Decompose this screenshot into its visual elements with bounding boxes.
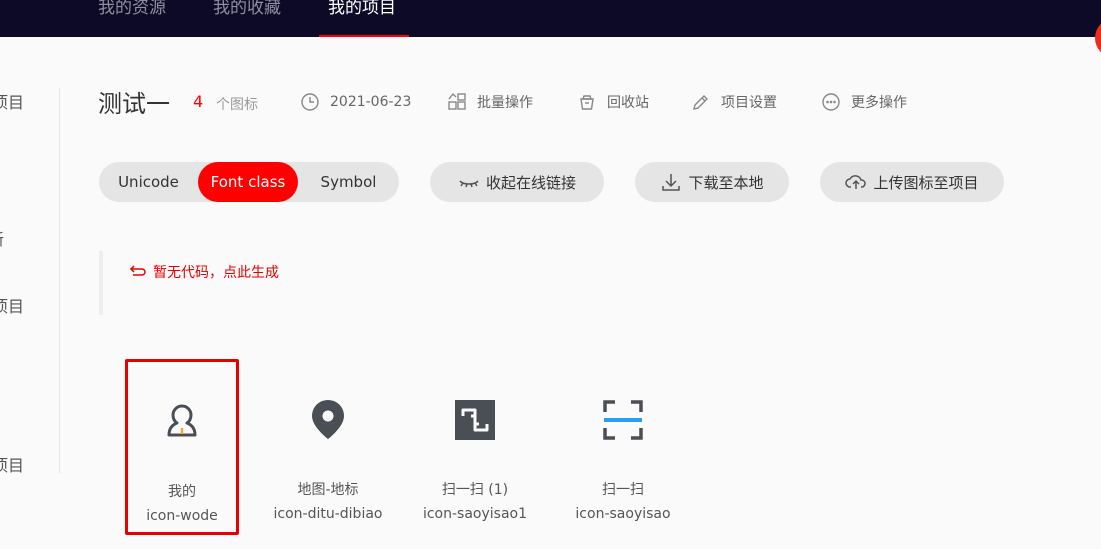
clock-icon	[301, 93, 319, 111]
cloud-upload-icon	[845, 175, 867, 189]
batch-operation-button[interactable]: 批量操作	[447, 90, 533, 114]
icon-card-wode[interactable]: 我的 icon-wode	[125, 359, 239, 535]
download-icon	[662, 174, 681, 191]
sidebar-item[interactable]: 新	[0, 226, 4, 250]
icon-card-ditu-dibiao[interactable]: 地图-地标 icon-ditu-dibiao	[272, 360, 384, 532]
collapse-online-link-label: 收起在线链接	[485, 173, 576, 192]
sidebar: 项目 新 项目 项目	[0, 37, 60, 477]
sidebar-item[interactable]: 项目	[0, 452, 24, 476]
batch-icon	[448, 92, 466, 110]
icon-card-saoyisao[interactable]: 扫一扫 icon-saoyisao	[567, 360, 679, 532]
icon-count: 4	[193, 92, 204, 111]
icon-name: 我的	[168, 484, 196, 500]
code-area	[99, 251, 999, 315]
generate-code-text: 暂无代码，点此生成	[153, 265, 279, 281]
batch-operation-label: 批量操作	[477, 95, 533, 111]
code-type-switch: Unicode Font class Symbol	[99, 162, 399, 202]
recycle-bin-icon	[580, 95, 594, 110]
icon-name: 地图-地标	[297, 482, 359, 498]
icon-card-saoyisao1[interactable]: 扫一扫 (1) icon-saoyisao1	[419, 360, 531, 532]
project-settings-label: 项目设置	[721, 95, 777, 111]
nav-my-favorites[interactable]: 我的收藏	[213, 0, 281, 37]
nav-active-indicator	[319, 35, 409, 37]
recycle-bin-label: 回收站	[607, 95, 649, 111]
pencil-icon	[693, 95, 708, 110]
download-button[interactable]: 下载至本地	[635, 162, 789, 202]
map-pin-icon	[306, 398, 350, 442]
download-label: 下载至本地	[688, 173, 764, 192]
more-dots-icon	[822, 93, 840, 111]
icon-code: icon-ditu-dibiao	[273, 506, 383, 522]
project-date: 2021-06-23	[300, 90, 411, 114]
generate-code-link[interactable]: 暂无代码，点此生成	[128, 262, 279, 282]
project-title: 测试一	[98, 90, 170, 118]
eye-closed-icon	[459, 180, 479, 188]
upload-label: 上传图标至项目	[873, 173, 979, 192]
nav-my-resources[interactable]: 我的资源	[98, 0, 166, 37]
icon-count-label: 个图标	[216, 97, 258, 113]
icon-code: icon-saoyisao1	[422, 506, 528, 522]
collapse-online-link-button[interactable]: 收起在线链接	[430, 162, 604, 202]
tab-font-class[interactable]: Font class	[198, 162, 298, 202]
refresh-icon	[129, 265, 146, 276]
tab-symbol[interactable]: Symbol	[298, 162, 399, 202]
recycle-bin-button[interactable]: 回收站	[577, 90, 649, 114]
user-icon	[160, 400, 204, 444]
sidebar-divider	[59, 88, 60, 473]
sidebar-item[interactable]: 项目	[0, 89, 24, 113]
scan-square-icon	[453, 398, 497, 442]
icon-name: 扫一扫 (1)	[441, 482, 509, 498]
more-actions-button[interactable]: 更多操作	[821, 90, 907, 114]
icon-name: 扫一扫	[602, 482, 644, 498]
upload-button[interactable]: 上传图标至项目	[820, 162, 1004, 202]
icon-code: icon-saoyisao	[575, 506, 671, 522]
project-settings-button[interactable]: 项目设置	[691, 90, 777, 114]
tab-unicode[interactable]: Unicode	[99, 162, 198, 202]
more-actions-label: 更多操作	[851, 95, 907, 111]
icon-code: icon-wode	[146, 508, 218, 524]
sidebar-item[interactable]: 项目	[0, 293, 24, 317]
project-date-text: 2021-06-23	[330, 94, 412, 110]
scan-frame-icon	[601, 398, 645, 442]
nav-my-projects[interactable]: 我的项目	[328, 0, 396, 37]
top-nav-bar: 我的资源 我的收藏 我的项目	[0, 0, 1101, 37]
